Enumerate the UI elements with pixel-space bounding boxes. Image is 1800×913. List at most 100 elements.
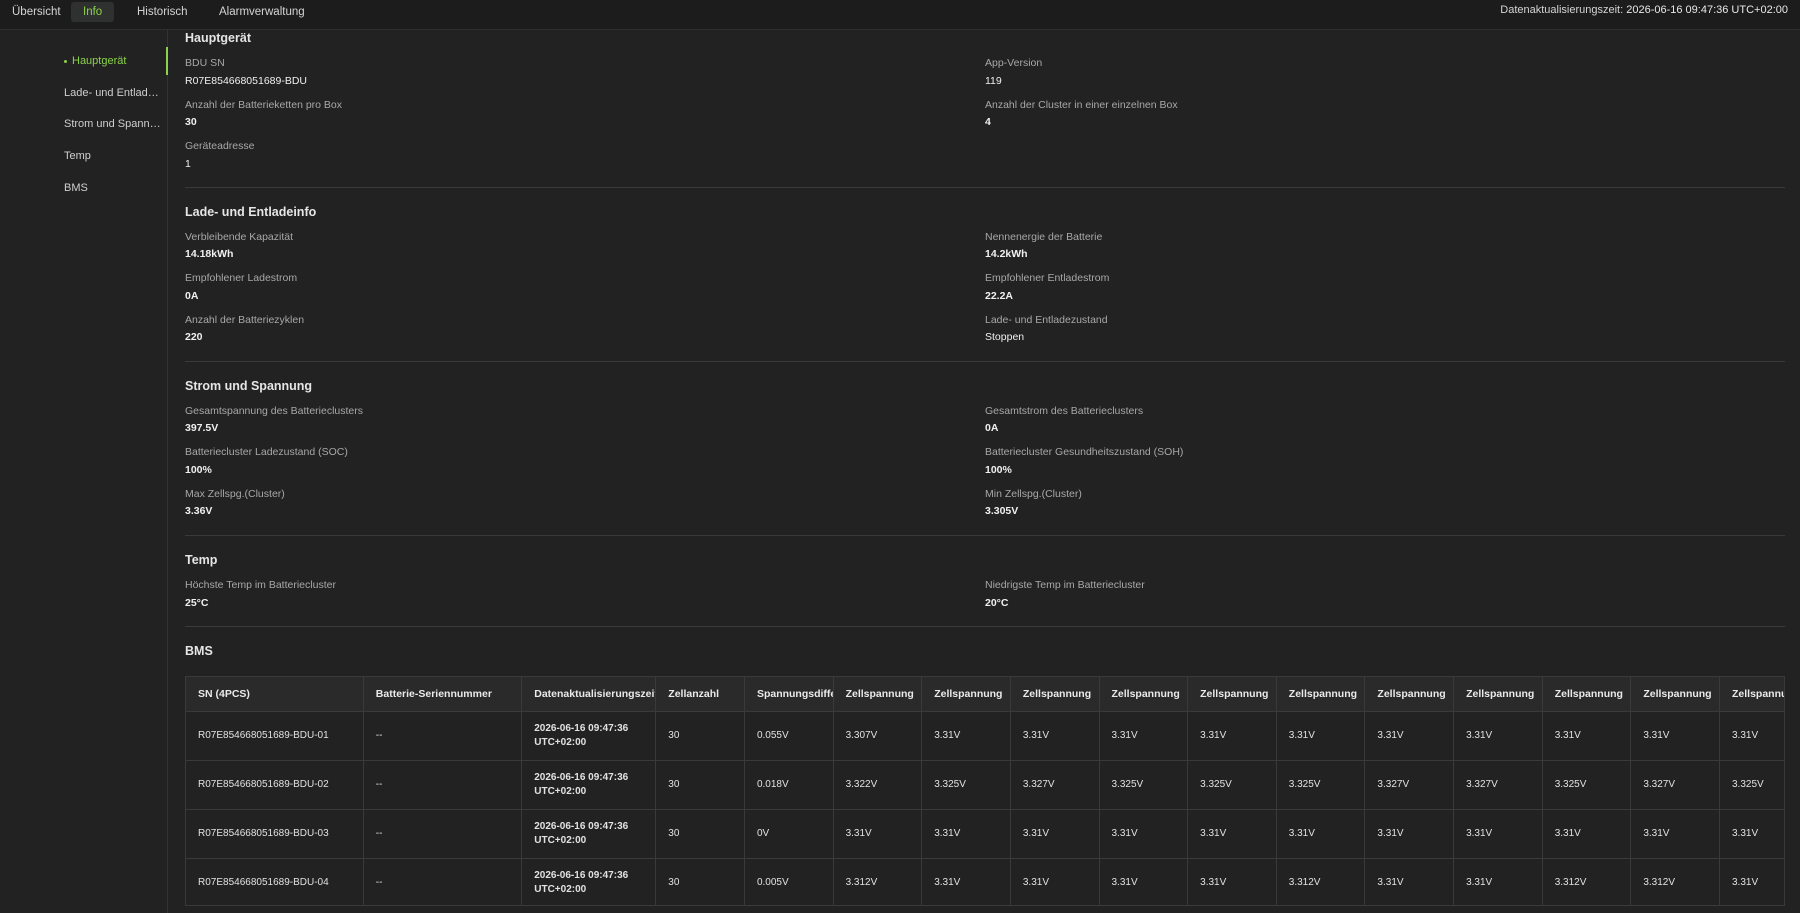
tab-alarmverwaltung[interactable]: Alarmverwaltung [207, 2, 317, 22]
table-cell: 30 [655, 858, 745, 905]
sidebar-item-lade[interactable]: Lade- und Entladeinfo [64, 83, 164, 103]
field-label: Empfohlener Ladestrom [185, 272, 298, 284]
field-value: 100% [185, 464, 212, 476]
table-cell: 3.325V [1719, 760, 1784, 810]
field-value: 14.18kWh [185, 248, 234, 260]
column-header: SN (4PCS) [186, 677, 364, 712]
table-cell: 3.325V [1099, 760, 1189, 810]
table-cell: 3.325V [1542, 760, 1632, 810]
divider [185, 535, 1785, 536]
table-cell: 3.312V [1630, 858, 1720, 905]
table-cell: 3.31V [1719, 711, 1784, 761]
table-row[interactable]: R07E854668051689-BDU-02 -- 2026-06-16 09:4… [186, 760, 1784, 810]
table-row[interactable]: R07E854668051689-BDU-01 -- 2026-06-16 09:4… [186, 711, 1784, 761]
divider [185, 626, 1785, 627]
table-cell: 3.31V [1453, 711, 1543, 761]
table-cell: R07E854668051689-BDU-02 [186, 760, 364, 810]
section-title-temp: Temp [185, 553, 218, 567]
column-header: Zellspannung [1010, 677, 1100, 712]
column-header: Zellspannung [1453, 677, 1543, 712]
field-label: Gesamtstrom des Batterieclusters [985, 405, 1144, 417]
table-cell: 3.31V [1099, 711, 1189, 761]
main-content: Hauptgerät BDU SN R07E854668051689-BDU A… [185, 30, 1785, 913]
field-value: Stoppen [985, 331, 1025, 343]
field-label: Min Zellspg.(Cluster) [985, 488, 1082, 500]
table-cell: 3.325V [1276, 760, 1366, 810]
sidebar-item-strom[interactable]: Strom und Spannung [64, 114, 164, 134]
column-header: Batterie-Seriennummer [363, 677, 523, 712]
table-cell: 3.31V [1630, 711, 1720, 761]
table-cell: 3.31V [833, 809, 923, 859]
table-row[interactable]: R07E854668051689-BDU-04 -- 2026-06-16 09:4… [186, 858, 1784, 905]
table-cell: 3.31V [1010, 809, 1100, 859]
field-label: Nennenergie der Batterie [985, 231, 1103, 243]
table-cell: 30 [655, 809, 745, 859]
tab-info[interactable]: Info [71, 2, 115, 22]
table-cell: -- [363, 760, 523, 810]
field-value: 220 [185, 331, 203, 343]
field-label: BDU SN [185, 57, 225, 69]
table-cell: 0.018V [744, 760, 834, 810]
tab-uebersicht[interactable]: Übersicht [0, 2, 73, 22]
table-cell: 3.31V [1719, 858, 1784, 905]
table-header-row: SN (4PCS) Batterie-Seriennummer Datenaktua… [186, 677, 1784, 712]
sidebar-item-hauptgeraet[interactable]: Hauptgerät [64, 51, 164, 71]
table-cell: 3.31V [1099, 858, 1189, 905]
table-cell: -- [363, 809, 523, 859]
field-label: Geräteadresse [185, 140, 255, 152]
field-label: Lade- und Entladezustand [985, 314, 1108, 326]
field-label: Anzahl der Batterieketten pro Box [185, 99, 343, 111]
table-cell: 3.325V [1187, 760, 1277, 810]
field-value: 100% [985, 464, 1012, 476]
table-cell: 3.31V [1453, 809, 1543, 859]
table-cell: 3.31V [1276, 809, 1366, 859]
table-cell: R07E854668051689-BDU-01 [186, 711, 364, 761]
table-cell: 3.31V [1187, 809, 1277, 859]
table-cell: 3.31V [1542, 711, 1632, 761]
section-title-bms: BMS [185, 644, 213, 658]
table-cell: 3.325V [921, 760, 1011, 810]
active-dot-icon [64, 59, 67, 63]
field-value: 20°C [985, 597, 1009, 609]
divider [185, 187, 1785, 188]
top-navigation: Übersicht Info Historisch Alarmverwaltun… [0, 0, 1800, 30]
tab-historisch[interactable]: Historisch [125, 2, 199, 22]
table-cell: 2026-06-16 09:47:36 UTC+02:00 [521, 711, 657, 761]
field-label: Empfohlener Entladestrom [985, 272, 1110, 284]
table-cell: 30 [655, 711, 745, 761]
field-value: 0A [185, 290, 199, 302]
field-label: Anzahl der Batteriezyklen [185, 314, 305, 326]
table-cell: 3.31V [921, 711, 1011, 761]
column-header: Spannungsdifferenz [744, 677, 834, 712]
table-cell: 3.31V [1276, 711, 1366, 761]
table-cell: 30 [655, 760, 745, 810]
table-cell: 3.327V [1630, 760, 1720, 810]
table-cell: 3.327V [1364, 760, 1455, 810]
sidebar-item-bms[interactable]: BMS [64, 178, 164, 198]
sidebar-item-label: Hauptgerät [72, 55, 127, 67]
table-row[interactable]: R07E854668051689-BDU-03 -- 2026-06-16 09:4… [186, 809, 1784, 859]
column-header: Zellspannung [1719, 677, 1784, 712]
field-label: Max Zellspg.(Cluster) [185, 488, 285, 500]
sidebar-item-temp[interactable]: Temp [64, 146, 164, 166]
column-header: Zellspannung [1630, 677, 1720, 712]
field-value: 0A [985, 422, 999, 434]
field-label: Gesamtspannung des Batterieclusters [185, 405, 364, 417]
field-value: 14.2kWh [985, 248, 1028, 260]
table-cell: 3.31V [1364, 809, 1455, 859]
active-indicator [166, 47, 168, 75]
table-cell: R07E854668051689-BDU-03 [186, 809, 364, 859]
table-cell: 3.31V [1453, 858, 1543, 905]
divider [185, 361, 1785, 362]
table-cell: 3.307V [833, 711, 923, 761]
field-label: App-Version [985, 57, 1043, 69]
update-time-value: 2026-06-16 09:47:36 UTC+02:00 [1626, 4, 1788, 16]
field-label: Anzahl der Cluster in einer einzelnen Bo… [985, 99, 1178, 111]
table-cell: 0.055V [744, 711, 834, 761]
table-cell: 0V [744, 809, 834, 859]
update-time-label: Datenaktualisierungszeit: [1500, 4, 1624, 16]
table-cell: 2026-06-16 09:47:36 UTC+02:00 [521, 760, 657, 810]
bms-table[interactable]: SN (4PCS) Batterie-Seriennummer Datenaktua… [185, 676, 1785, 906]
column-header: Zellanzahl [655, 677, 745, 712]
table-cell: 3.312V [833, 858, 923, 905]
